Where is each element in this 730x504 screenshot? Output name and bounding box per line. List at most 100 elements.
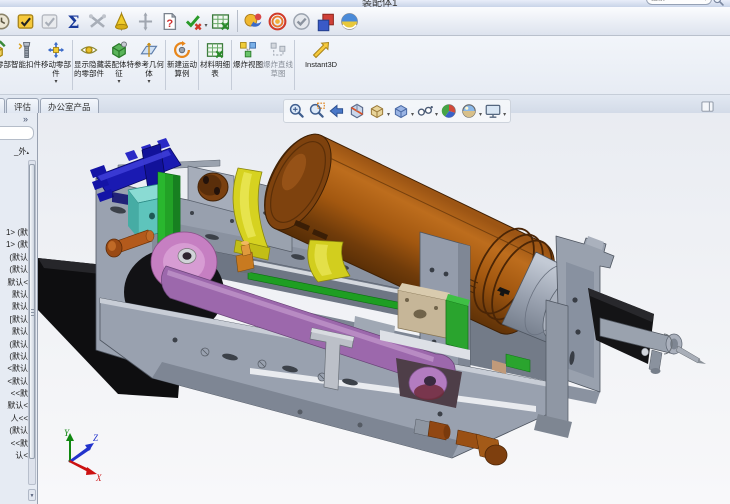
tree-item[interactable]: 默认< [0, 277, 28, 289]
hide-show-icon[interactable] [416, 102, 434, 120]
edit-appearance-icon[interactable] [440, 102, 458, 120]
no-external-ref-icon[interactable] [87, 11, 108, 32]
tree-item[interactable]: (默认 [0, 264, 28, 276]
zoom-area-icon[interactable] [308, 102, 326, 120]
tree-item[interactable]: <默认 [0, 363, 28, 375]
tree-item[interactable]: 默认< [0, 400, 28, 412]
ribbon-button-explode-line-sketch[interactable]: 爆炸直线草图 [263, 38, 293, 92]
ribbon-button-reference-geometry[interactable]: 参考几何体 ▾ [134, 38, 164, 92]
render-rings-icon[interactable] [267, 11, 288, 32]
svg-text:Σ: Σ [67, 13, 79, 32]
view-orientation-dropdown-caret[interactable]: ▾ [387, 111, 390, 118]
tree-item[interactable]: (默认 [0, 339, 28, 351]
tree-scrollbar[interactable] [28, 160, 36, 485]
feature-manager-panel: » _外▴ 1> (默 1> (默 (默认 (默认 默认< 默认 默认 [默认 默认 (默认 (默认… [0, 113, 38, 504]
photoview-icon[interactable] [243, 11, 264, 32]
svg-text:?: ? [166, 17, 173, 29]
reference-geometry-icon [139, 40, 159, 60]
apply-scene-icon[interactable] [460, 102, 478, 120]
ribbon-button-instant3d[interactable]: Instant3D [296, 38, 346, 92]
ribbon-divider [231, 40, 232, 90]
ribbon-button-new-motion-study[interactable]: 新建运动算例 [167, 38, 197, 92]
render-options-icon[interactable] [315, 11, 336, 32]
window-pane-icon[interactable] [701, 99, 714, 112]
bom-excel-icon[interactable] [210, 11, 231, 32]
move-component-dropdown-caret[interactable]: ▾ [54, 79, 57, 85]
assembly-3d-model[interactable]: Y Z X [38, 113, 730, 504]
tree-scrollbar-thumb[interactable] [29, 164, 35, 459]
tree-filter-input[interactable] [0, 126, 34, 140]
tab-evaluate[interactable]: 评估 [6, 98, 40, 113]
design-binder-icon[interactable] [15, 11, 36, 32]
ribbon-button-label: 材料明细表 [200, 60, 230, 78]
ribbon-button-insert-components[interactable]: 插入零部件 [0, 38, 11, 92]
checkbox-disabled-icon[interactable] [39, 11, 60, 32]
triad-z-label: Z [93, 433, 99, 443]
apply-scene-dropdown-caret[interactable]: ▾ [479, 111, 482, 118]
ribbon-button-assembly-features[interactable]: 装配体特征 ▾ [104, 38, 134, 92]
search-icon[interactable] [712, 0, 725, 7]
final-render-icon[interactable] [291, 11, 312, 32]
explode-sketch-icon [268, 40, 288, 60]
tree-root-item[interactable]: _外▴ [0, 146, 29, 157]
tree-item[interactable]: 默认 [0, 289, 28, 301]
smart-fasteners-icon [16, 40, 36, 60]
panel-collapse-chevron[interactable]: » [23, 114, 28, 124]
ribbon-button-smart-fasteners[interactable]: 智能扣件 [11, 38, 41, 92]
align-icon[interactable] [135, 11, 156, 32]
ribbon-button-exploded-view[interactable]: 爆炸视图 [233, 38, 263, 92]
tree-item[interactable]: <<默 [0, 388, 28, 400]
insert-component-icon [0, 40, 6, 60]
edrawings-icon[interactable] [339, 11, 360, 32]
previous-view-icon[interactable] [328, 102, 346, 120]
ribbon-button-move-component[interactable]: 移动零部件 ▾ [41, 38, 71, 92]
cone-icon[interactable] [111, 11, 132, 32]
view-settings-dropdown-caret[interactable]: ▾ [503, 111, 506, 118]
reference-geometry-dropdown-caret[interactable]: ▾ [147, 79, 150, 85]
view-settings-icon[interactable] [484, 102, 502, 120]
exploded-view-icon [238, 40, 258, 60]
check-doc-icon[interactable]: ? [159, 11, 180, 32]
assembly-features-dropdown-caret[interactable]: ▾ [117, 79, 120, 85]
display-style-icon[interactable] [392, 102, 410, 120]
verify-icon[interactable] [183, 11, 204, 32]
ribbon-button-show-hidden-components[interactable]: 显示隐藏的零部件 [74, 38, 104, 92]
tree-item[interactable]: (默认 [0, 351, 28, 363]
heads-up-view-toolbar: ▾ ▾ ▾ ▾ ▾ [283, 99, 512, 123]
tree-item[interactable]: (默认 [0, 425, 28, 437]
tab-partial[interactable] [0, 98, 5, 113]
tree-item[interactable]: 默认 [0, 301, 28, 313]
history-clock-icon[interactable] [0, 11, 12, 32]
triad-x-label: X [95, 473, 102, 483]
bom-table-icon [205, 40, 225, 60]
ribbon-button-label: 智能扣件 [11, 60, 41, 69]
tree-item[interactable]: 默认 [0, 326, 28, 338]
motion-study-icon [172, 40, 192, 60]
tree-item[interactable]: 认< [0, 450, 28, 462]
search-input[interactable] [646, 0, 712, 5]
tree-item[interactable]: <默认 [0, 376, 28, 388]
tree-item[interactable]: 1> (默 [0, 227, 28, 239]
equations-icon[interactable]: Σ [63, 11, 84, 32]
tree-scroll-down-button[interactable]: ▼ [28, 489, 36, 501]
tree-item[interactable]: 人<< [0, 413, 28, 425]
hide-show-items-dropdown-caret[interactable]: ▾ [435, 111, 438, 118]
tree-item[interactable]: <<默 [0, 438, 28, 450]
solidworks-window: { "window": { "title": "装配体1", "search_p… [0, 0, 730, 504]
tree-item[interactable]: [默认 [0, 314, 28, 326]
tree-item[interactable]: (默认 [0, 252, 28, 264]
command-manager-ribbon: 插入零部件智能扣件移动零部件▾显示隐藏的零部件装配体特征▾参考几何体▾新建运动算… [0, 36, 730, 95]
view-orientation-icon[interactable] [368, 102, 386, 120]
move-component-icon [46, 40, 66, 60]
tree-item[interactable]: 1> (默 [0, 239, 28, 251]
zoom-fit-icon[interactable] [288, 102, 306, 120]
section-view-icon[interactable] [348, 102, 366, 120]
ribbon-button-label: 显示隐藏的零部件 [74, 60, 104, 78]
tab-office-products[interactable]: 办公室产品 [40, 98, 99, 113]
ribbon-button-bill-of-materials[interactable]: 材料明细表 [200, 38, 230, 92]
ribbon-divider [198, 40, 199, 90]
verification-dropdown-caret[interactable]: ▾ [205, 22, 208, 29]
display-style-dropdown-caret[interactable]: ▾ [411, 111, 414, 118]
graphics-viewport[interactable]: Y Z X [38, 113, 730, 504]
assembly-features-icon [109, 40, 129, 60]
